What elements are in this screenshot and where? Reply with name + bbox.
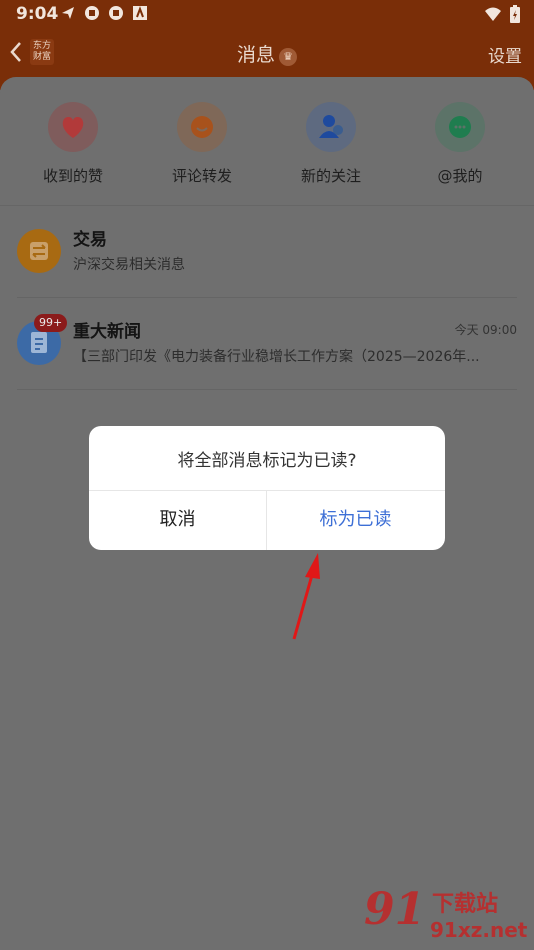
send-icon — [62, 7, 74, 19]
quick-action-circle — [306, 102, 356, 152]
site-watermark: 91 下载站 91xz.net — [362, 884, 532, 948]
status-notification-icons — [60, 5, 148, 21]
watermark-brand: 91 — [364, 884, 426, 935]
list-divider — [17, 389, 517, 390]
quick-action-label: 收到的赞 — [42, 167, 103, 185]
watermark-url: 91xz.net — [430, 918, 528, 942]
list-item-subtitle: 【三部门印发《电力装备行业稳增长工作方案（2025—2026年... — [73, 349, 480, 365]
list-item-time: 今天 09:00 — [454, 323, 517, 337]
list-item-title: 重大新闻 — [73, 322, 141, 342]
list-item-news[interactable]: 99+ 重大新闻 今天 09:00 【三部门印发《电力装备行业稳增长工作方案（2… — [0, 297, 534, 387]
quick-actions: 收到的赞 评论转发 新的关注 @我的 — [0, 102, 534, 212]
annotation-arrow-icon — [292, 553, 320, 640]
settings-button[interactable]: 设置 — [488, 42, 522, 67]
app-notification-icon — [85, 6, 99, 20]
dialog-message: 将全部消息标记为已读? — [177, 451, 357, 471]
watermark-cn: 下载站 — [432, 892, 499, 917]
quick-action-label: 评论转发 — [171, 167, 232, 185]
status-bar: 9:04 — [0, 0, 534, 28]
quick-action-label: @我的 — [437, 167, 483, 185]
status-system-icons — [484, 5, 520, 23]
status-time: 9:04 — [16, 4, 59, 24]
quick-action-circle — [177, 102, 227, 152]
crown-icon: ♛ — [279, 47, 297, 66]
unread-badge: 99+ — [34, 314, 68, 332]
quick-action-circle — [48, 102, 98, 152]
list-item-title: 交易 — [73, 230, 107, 250]
quick-action-mentions[interactable]: @我的 — [405, 102, 515, 186]
page-title: 消息 — [236, 44, 275, 66]
quick-action-comments[interactable]: 评论转发 — [147, 102, 257, 186]
quick-action-follows[interactable]: 新的关注 — [276, 102, 386, 186]
quick-action-likes[interactable]: 收到的赞 — [18, 102, 128, 186]
list-item-subtitle: 沪深交易相关消息 — [73, 257, 185, 273]
wifi-icon — [485, 7, 501, 21]
a-notification-icon — [133, 6, 147, 20]
app-notification-icon — [109, 6, 123, 20]
title-wrap: 消息 ♛ — [0, 40, 534, 67]
app-header: 东方财富 消息 ♛ 设置 — [0, 30, 534, 74]
comment-icon — [191, 116, 213, 138]
mark-read-button[interactable]: 标为已读 — [267, 490, 444, 550]
cancel-button[interactable]: 取消 — [89, 490, 266, 550]
heart-icon — [62, 116, 84, 138]
exchange-icon — [17, 229, 61, 273]
chat-icon — [449, 116, 471, 138]
quick-action-label: 新的关注 — [300, 167, 361, 185]
user-icon — [319, 115, 343, 138]
quick-action-circle — [435, 102, 485, 152]
battery-icon — [510, 5, 520, 23]
list-item-trade[interactable]: 交易 沪深交易相关消息 — [0, 205, 534, 295]
mark-read-dialog: 将全部消息标记为已读? 取消 标为已读 — [89, 426, 445, 550]
